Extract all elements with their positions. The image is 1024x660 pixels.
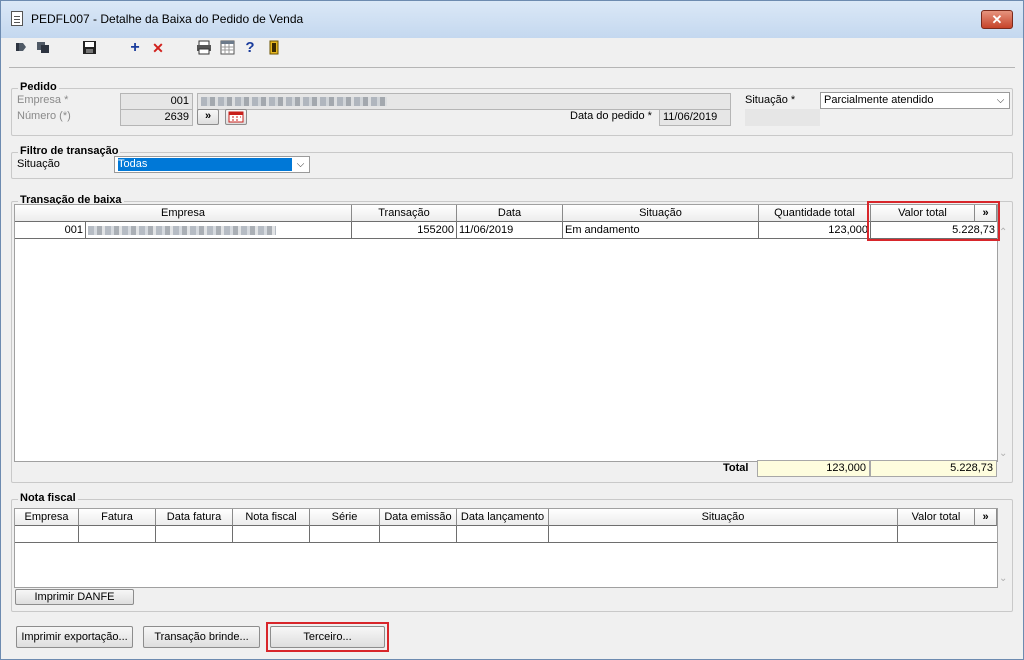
filtro-situacao-label: Situação: [17, 158, 60, 170]
col-valor-total[interactable]: Valor total: [898, 509, 975, 526]
cell: [380, 526, 457, 543]
calendar-icon: [228, 111, 244, 123]
cell-quantidade: 123,000: [759, 222, 871, 239]
calendar-button[interactable]: [225, 109, 247, 125]
cell-empresa-code: 001: [15, 222, 86, 239]
col-quantidade-total[interactable]: Quantidade total: [759, 205, 871, 222]
total-quantidade-field: 123,000: [757, 460, 870, 477]
window-title: PEDFL007 - Detalhe da Baixa do Pedido de…: [31, 12, 304, 26]
total-valor-field: 5.228,73: [870, 460, 997, 477]
title-bar: PEDFL007 - Detalhe da Baixa do Pedido de…: [1, 1, 1023, 38]
col-data-lancamento[interactable]: Data lançamento: [457, 509, 549, 526]
empresa-name-field: [197, 93, 731, 110]
col-transacao[interactable]: Transação: [352, 205, 457, 222]
cell: [898, 526, 997, 543]
transacao-table: Empresa Transação Data Situação Quantida…: [14, 204, 1007, 462]
imprimir-exportacao-button[interactable]: Imprimir exportação...: [16, 626, 133, 648]
empresa-code-field: 001: [120, 93, 193, 110]
col-data-emissao[interactable]: Data emissão: [380, 509, 457, 526]
delete-icon[interactable]: ✕: [150, 40, 166, 56]
cell-transacao: 155200: [352, 222, 457, 239]
document-icon: [11, 11, 23, 26]
calendar-grid-icon[interactable]: [219, 40, 235, 56]
scroll-down-icon[interactable]: ⌄: [999, 573, 1007, 584]
data-pedido-field: 11/06/2019: [659, 109, 731, 126]
col-situacao[interactable]: Situação: [549, 509, 898, 526]
col-data-fatura[interactable]: Data fatura: [156, 509, 233, 526]
col-expand-button[interactable]: »: [975, 509, 997, 526]
terceiro-button[interactable]: Terceiro...: [270, 626, 385, 648]
chevron-down-icon[interactable]: ⌵: [993, 94, 1008, 107]
empresa-label: Empresa *: [17, 94, 69, 106]
exit-icon[interactable]: [266, 40, 282, 56]
numero-field: 2639: [120, 109, 193, 126]
help-icon[interactable]: ?: [242, 40, 258, 56]
transacao-brinde-button[interactable]: Transação brinde...: [143, 626, 260, 648]
col-expand-button[interactable]: »: [975, 205, 997, 222]
save-icon[interactable]: [81, 40, 97, 56]
scroll-up-icon[interactable]: ⌃: [999, 227, 1007, 238]
cell: [156, 526, 233, 543]
pedido-title: Pedido: [18, 81, 59, 93]
cell: [457, 526, 549, 543]
nota-table: Empresa Fatura Data fatura Nota fiscal S…: [14, 508, 1007, 588]
cell: [233, 526, 310, 543]
toolbar-divider: [9, 67, 1015, 68]
filtro-title: Filtro de transação: [18, 145, 121, 157]
main-window: PEDFL007 - Detalhe da Baixa do Pedido de…: [0, 0, 1024, 660]
nav-first-icon[interactable]: [13, 40, 29, 56]
data-pedido-label: Data do pedido *: [570, 110, 652, 122]
cell: [549, 526, 898, 543]
situacao-pedido-combo[interactable]: Parcialmente atendido ⌵: [820, 92, 1010, 109]
cell-situacao: Em andamento: [563, 222, 759, 239]
filtro-situacao-value: Todas: [118, 158, 292, 171]
chevron-down-icon[interactable]: ⌵: [293, 158, 308, 171]
print-icon[interactable]: [196, 40, 212, 56]
situacao-extra-field: [745, 109, 820, 126]
cell-valor: 5.228,73: [871, 222, 997, 239]
cell-empresa-name: [86, 222, 352, 239]
col-fatura[interactable]: Fatura: [79, 509, 156, 526]
col-empresa[interactable]: Empresa: [15, 509, 79, 526]
col-valor-total[interactable]: Valor total: [871, 205, 975, 222]
cell: [79, 526, 156, 543]
cell-data: 11/06/2019: [457, 222, 563, 239]
total-label: Total: [723, 462, 749, 474]
col-empresa[interactable]: Empresa: [15, 205, 352, 222]
col-data[interactable]: Data: [457, 205, 563, 222]
imprimir-danfe-button[interactable]: Imprimir DANFE: [15, 589, 134, 605]
close-button[interactable]: ✕: [981, 10, 1013, 29]
nota-title: Nota fiscal: [18, 492, 78, 504]
col-nota-fiscal[interactable]: Nota fiscal: [233, 509, 310, 526]
nav-prev-icon[interactable]: [35, 40, 51, 56]
situacao-pedido-label: Situação *: [745, 94, 796, 106]
col-situacao[interactable]: Situação: [563, 205, 759, 222]
more-button[interactable]: »: [197, 109, 219, 125]
numero-label: Número (*): [17, 110, 71, 122]
situacao-pedido-value: Parcialmente atendido: [824, 94, 934, 106]
filtro-situacao-combo[interactable]: Todas ⌵: [114, 156, 310, 173]
toolbar: + ✕ ?: [9, 38, 1015, 58]
add-icon[interactable]: +: [127, 40, 143, 56]
cell: [15, 526, 79, 543]
col-serie[interactable]: Série: [310, 509, 380, 526]
cell: [310, 526, 380, 543]
scroll-down-icon[interactable]: ⌄: [999, 448, 1007, 459]
